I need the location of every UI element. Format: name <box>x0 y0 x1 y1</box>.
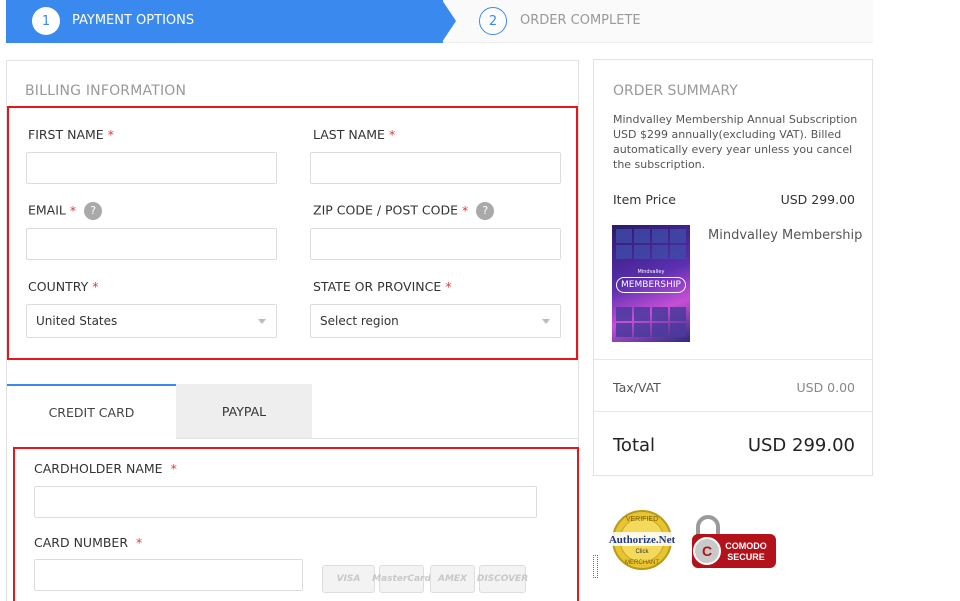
checkout-steps: 1 PAYMENT OPTIONS 2 ORDER COMPLETE <box>6 0 873 43</box>
summary-divider <box>594 411 872 412</box>
chevron-down-icon <box>542 319 550 324</box>
country-label: COUNTRY * <box>28 279 99 294</box>
thumb-title: MEMBERSHIP <box>616 277 686 293</box>
tax-value: USD 0.00 <box>796 380 855 395</box>
focus-outline <box>593 555 598 578</box>
state-select[interactable]: Select region <box>310 304 561 338</box>
billing-heading: BILLING INFORMATION <box>25 83 187 99</box>
card-number-input[interactable] <box>34 559 303 591</box>
step-1-number: 1 <box>32 7 60 35</box>
tab-paypal[interactable]: PAYPAL <box>176 384 312 439</box>
tax-label: Tax/VAT <box>613 380 661 395</box>
authorize-net-badge[interactable]: VERIFIED Authorize.Net Click MERCHANT <box>602 507 682 573</box>
cardholder-name-input[interactable] <box>34 486 537 518</box>
chevron-down-icon <box>258 319 266 324</box>
email-label: EMAIL *? <box>28 202 103 220</box>
badge-c-icon: C <box>702 543 712 559</box>
badge-click-text: Click <box>636 549 650 555</box>
badge-comodo-text: COMODO <box>725 541 767 551</box>
tab-credit-card[interactable]: CREDIT CARD <box>7 384 176 439</box>
total-value: USD 299.00 <box>747 435 855 456</box>
zip-label: ZIP CODE / POST CODE *? <box>313 202 495 220</box>
state-value: Select region <box>320 314 399 328</box>
visa-logo: VISA <box>322 565 375 593</box>
country-value: United States <box>36 314 118 328</box>
item-price-value: USD 299.00 <box>780 192 855 207</box>
total-row: Total USD 299.00 <box>613 435 855 456</box>
last-name-input[interactable] <box>310 152 561 184</box>
zip-input[interactable] <box>310 228 561 260</box>
billing-panel: BILLING INFORMATION FIRST NAME * LAST NAM… <box>6 60 579 601</box>
first-name-input[interactable] <box>26 152 277 184</box>
order-summary-title: ORDER SUMMARY <box>613 83 738 99</box>
last-name-label: LAST NAME * <box>313 127 396 142</box>
product-thumbnail: Mindvalley MEMBERSHIP <box>612 225 690 342</box>
item-price-label: Item Price <box>613 192 676 207</box>
item-price-row: Item Price USD 299.00 <box>613 192 855 207</box>
order-summary-panel: ORDER SUMMARY Mindvalley Membership Annu… <box>593 59 873 476</box>
badge-secure-text: SECURE <box>727 552 765 562</box>
total-label: Total <box>613 435 656 456</box>
email-help-icon[interactable]: ? <box>84 202 103 220</box>
billing-fields-highlight: FIRST NAME * LAST NAME * EMAIL *? ZIP CODE … <box>7 106 578 360</box>
email-input[interactable] <box>26 228 277 260</box>
discover-logo: DISCOVER <box>477 565 528 593</box>
thumb-brand: Mindvalley <box>637 269 665 275</box>
tax-row: Tax/VAT USD 0.00 <box>613 380 855 395</box>
first-name-label: FIRST NAME * <box>28 127 114 142</box>
step-2-number: 2 <box>479 7 507 35</box>
state-label: STATE OR PROVINCE * <box>313 279 452 294</box>
badge-verified-text: VERIFIED <box>626 516 658 523</box>
step-2-label: ORDER COMPLETE <box>520 13 641 28</box>
cardholder-name-label: CARDHOLDER NAME * <box>34 461 177 476</box>
step-1-label: PAYMENT OPTIONS <box>72 13 195 28</box>
card-number-label: CARD NUMBER * <box>34 535 143 550</box>
badge-authorize-text: Authorize.Net <box>609 534 676 546</box>
step-arrow <box>442 0 456 42</box>
tab-divider <box>176 438 578 439</box>
product-name: Mindvalley Membership <box>708 228 863 243</box>
zip-help-icon[interactable]: ? <box>476 202 495 220</box>
summary-divider <box>594 359 872 360</box>
comodo-secure-badge[interactable]: C COMODO SECURE <box>690 515 776 571</box>
amex-logo: AMEX <box>430 565 475 593</box>
mastercard-logo: MasterCard <box>372 565 431 593</box>
country-select[interactable]: United States <box>26 304 277 338</box>
order-description: Mindvalley Membership Annual Subscriptio… <box>613 113 858 171</box>
badge-merchant-text: MERCHANT <box>625 560 659 566</box>
